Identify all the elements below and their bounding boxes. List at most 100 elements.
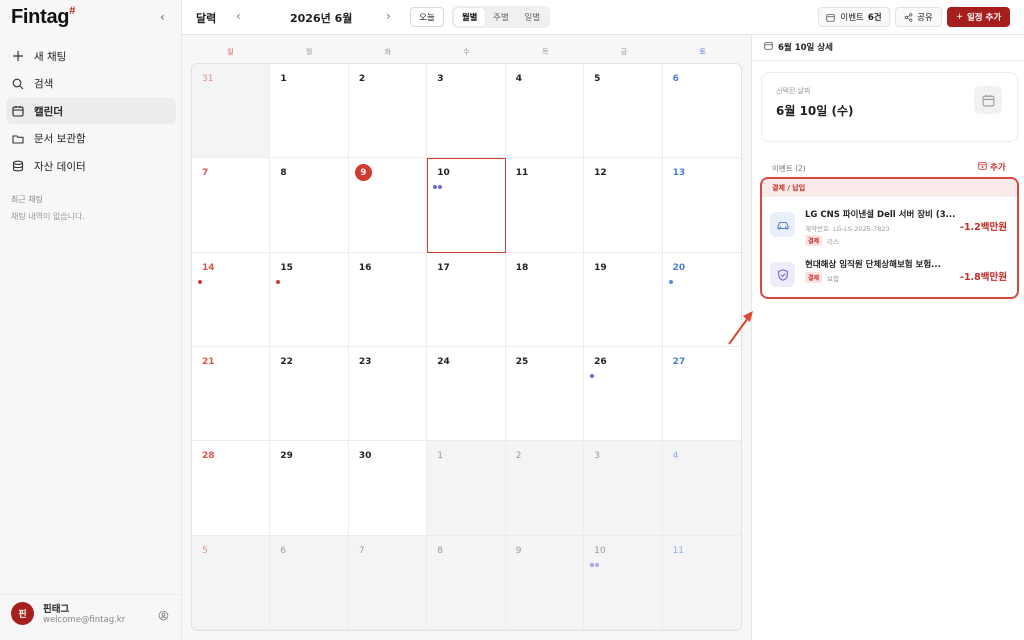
share-icon <box>904 12 913 22</box>
calendar-day-cell[interactable]: 2 <box>348 64 428 159</box>
event-dot <box>198 279 202 284</box>
calendar-day-cell[interactable]: 28 <box>192 441 271 536</box>
user-settings-icon[interactable] <box>158 606 169 625</box>
calendar-day-cell[interactable]: 14 <box>192 252 271 347</box>
today-button[interactable]: 오늘 <box>410 7 444 27</box>
add-event-button[interactable]: + 일정 추가 <box>947 7 1010 27</box>
tab-daily[interactable]: 일별 <box>517 8 548 26</box>
weekday-header: 일월화수목금토 <box>191 47 742 57</box>
tab-monthly[interactable]: 월별 <box>454 8 486 26</box>
weekday-label: 토 <box>699 48 706 56</box>
calendar-day-cell[interactable]: 4 <box>662 441 741 536</box>
calendar-day-cell[interactable]: 6 <box>270 535 349 630</box>
events-count-button[interactable]: 이벤트 6건 <box>818 7 890 27</box>
calendar-day-cell[interactable]: 19 <box>584 252 663 347</box>
calendar-day-cell[interactable]: 12 <box>584 158 663 253</box>
app-logo[interactable]: Fintag# <box>11 5 75 29</box>
sidebar-item-documents[interactable]: 문서 보관함 <box>6 126 176 152</box>
collapse-sidebar-icon[interactable]: ‹ <box>160 10 165 24</box>
user-name: 핀태그 <box>43 604 70 615</box>
event-dot <box>668 279 673 284</box>
calendar-day-cell[interactable]: 2 <box>505 441 585 536</box>
sidebar-item-search[interactable]: 검색 <box>6 71 176 97</box>
event-item[interactable]: LG CNS 파이낸셜 Dell 서버 장비 (3... 계약번호: LG-LS… <box>762 197 1017 247</box>
calendar-day-cell[interactable]: 13 <box>662 158 741 253</box>
calendar-day-cell[interactable]: 9 <box>505 535 585 630</box>
calendar-day-cell[interactable]: 5 <box>584 64 663 159</box>
weekday-label: 목 <box>542 48 549 56</box>
events-title: 이벤트 (2) <box>772 164 806 173</box>
calendar-day-cell[interactable]: 7 <box>348 535 428 630</box>
calendar-day-cell[interactable]: 22 <box>270 347 349 442</box>
event-item[interactable]: 현대해상 임직원 단체상해보험 보험... 결제 보험 -1.8백만원 <box>762 247 1017 297</box>
calendar-day-cell[interactable]: 1 <box>270 64 349 159</box>
sidebar: Fintag# ‹ 새 채팅 검색 캘린더 문서 보관함 자산 데이터 최근 채… <box>0 0 182 640</box>
panel-header: 6월 10일 상세 <box>764 41 833 53</box>
calendar-day-cell[interactable]: 10 <box>584 535 663 630</box>
day-number: 10 <box>594 545 606 556</box>
tab-weekly[interactable]: 주별 <box>485 8 516 26</box>
search-icon <box>11 77 25 91</box>
recent-chats-empty: 채팅 내역이 없습니다. <box>11 212 85 221</box>
calendar-day-cell[interactable]: 3 <box>584 441 663 536</box>
share-button[interactable]: 공유 <box>895 7 942 27</box>
plus-icon: + <box>955 12 963 22</box>
day-number: 18 <box>515 262 529 273</box>
calendar-day-cell[interactable]: 8 <box>427 535 506 630</box>
next-month-icon[interactable]: › <box>386 9 391 23</box>
event-dot <box>276 279 281 284</box>
sidebar-item-asset-data[interactable]: 자산 데이터 <box>6 153 176 179</box>
day-number: 5 <box>202 545 208 556</box>
sidebar-item-calendar[interactable]: 캘린더 <box>6 98 176 124</box>
calendar-day-cell[interactable]: 18 <box>505 252 585 347</box>
sidebar-item-label: 문서 보관함 <box>34 133 86 145</box>
calendar-day-cell[interactable]: 24 <box>427 347 506 442</box>
calendar-day-cell[interactable]: 31 <box>192 64 271 159</box>
calendar-day-cell[interactable]: 7 <box>192 158 271 253</box>
calendar-day-cell[interactable]: 1 <box>427 441 506 536</box>
sidebar-item-new-chat[interactable]: 새 채팅 <box>6 43 176 69</box>
calendar-day-cell[interactable]: 10 <box>427 158 506 253</box>
day-number: 12 <box>594 168 607 179</box>
selected-date: 6월 10일 (수) <box>776 104 854 118</box>
calendar-day-cell[interactable]: 25 <box>505 347 585 442</box>
day-number: 9 <box>515 545 522 556</box>
add-event-link[interactable]: 추가 <box>978 161 1006 173</box>
calendar-day-cell[interactable]: 5 <box>192 535 271 630</box>
calendar-day-cell[interactable]: 9 <box>348 158 428 253</box>
database-icon <box>11 159 25 173</box>
day-number: 4 <box>672 451 679 462</box>
day-number: 2 <box>358 74 366 84</box>
calendar-day-cell[interactable]: 30 <box>348 441 428 536</box>
calendar-day-cell[interactable]: 11 <box>662 535 741 630</box>
calendar-day-cell[interactable]: 6 <box>662 64 741 159</box>
calendar-day-cell[interactable]: 20 <box>662 253 741 347</box>
calendar-day-cell[interactable]: 17 <box>427 252 506 347</box>
calendar-day-cell[interactable]: 11 <box>505 158 585 253</box>
calendar-day-cell[interactable]: 27 <box>662 347 741 442</box>
prev-month-icon[interactable]: ‹ <box>236 9 241 23</box>
sidebar-item-label: 캘린더 <box>34 105 63 118</box>
day-number: 1 <box>437 451 444 462</box>
calendar-day-cell[interactable]: 8 <box>270 158 349 253</box>
calendar-day-cell[interactable]: 21 <box>192 347 271 442</box>
user-profile[interactable]: 핀 핀태그 welcome@fintag.kr <box>0 594 182 640</box>
calendar-day-cell[interactable]: 3 <box>427 64 506 159</box>
event-dot <box>438 185 443 190</box>
calendar-day-cell[interactable]: 26 <box>584 347 663 442</box>
panel-title: 6월 10일 상세 <box>778 43 833 53</box>
event-dots <box>198 279 202 284</box>
calendar-day-cell[interactable]: 4 <box>505 64 585 159</box>
event-name: 현대해상 임직원 단체상해보험 보험... <box>805 260 941 270</box>
calendar-day-cell[interactable]: 29 <box>270 441 349 536</box>
weekday-label: 금 <box>620 48 628 56</box>
day-number: 6 <box>280 545 287 556</box>
recent-chats-title: 최근 채팅 <box>11 195 43 204</box>
day-number: 29 <box>280 451 293 462</box>
event-dot <box>590 374 595 378</box>
plus-icon <box>11 49 25 63</box>
calendar-day-cell[interactable]: 16 <box>348 252 428 347</box>
calendar-day-cell[interactable]: 15 <box>270 252 349 347</box>
calendar-day-cell[interactable]: 23 <box>348 347 428 442</box>
day-number: 7 <box>358 545 365 556</box>
